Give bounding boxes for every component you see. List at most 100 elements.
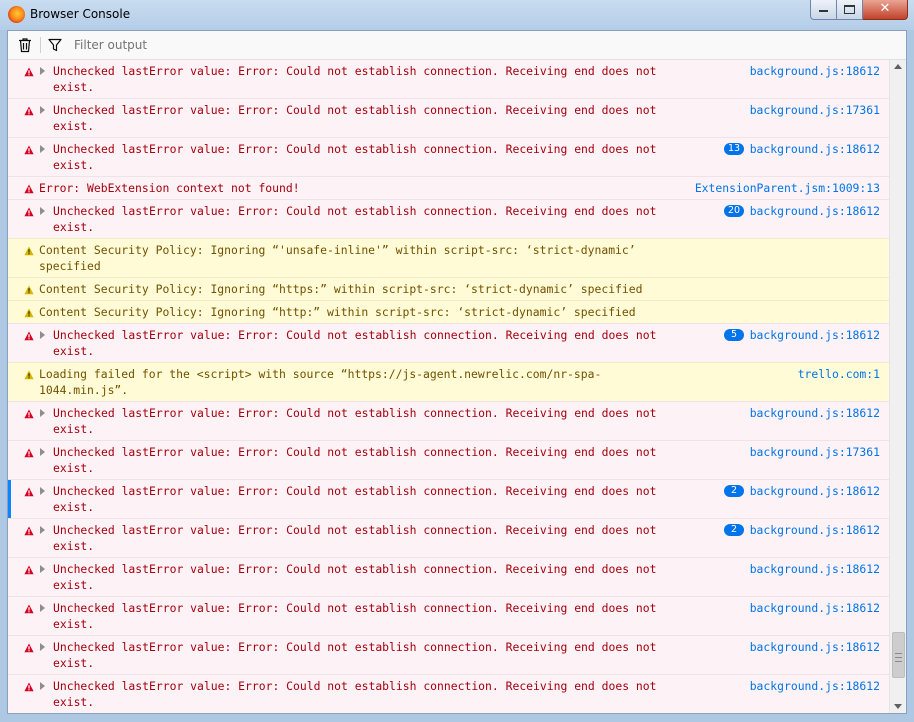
error-message[interactable]: Unchecked lastError value: Error: Could … bbox=[8, 60, 890, 98]
repeat-count-badge: 13 bbox=[724, 143, 744, 155]
error-icon bbox=[24, 407, 34, 419]
source-location-link[interactable]: background.js:18612 bbox=[750, 63, 880, 79]
vertical-scrollbar[interactable] bbox=[889, 60, 906, 713]
error-icon bbox=[24, 104, 34, 116]
message-text: Loading failed for the <script> with sou… bbox=[39, 367, 602, 397]
trash-icon[interactable] bbox=[17, 37, 33, 53]
firefox-icon bbox=[8, 6, 25, 23]
message-text: Content Security Policy: Ignoring “http:… bbox=[39, 305, 636, 319]
error-message[interactable]: Unchecked lastError value: Error: Could … bbox=[8, 137, 890, 176]
minimize-button[interactable] bbox=[810, 0, 837, 20]
error-message[interactable]: Unchecked lastError value: Error: Could … bbox=[8, 199, 890, 238]
expand-arrow-icon[interactable] bbox=[40, 643, 45, 651]
repeat-count-badge: 20 bbox=[724, 205, 744, 217]
close-icon: ✕ bbox=[879, 1, 891, 16]
expand-arrow-icon[interactable] bbox=[40, 448, 45, 456]
browser-console-window: Browser Console ✕ exist.Cross-Origin Req… bbox=[0, 0, 914, 722]
repeat-count-badge: 5 bbox=[724, 329, 744, 341]
message-text: Unchecked lastError value: Error: Could … bbox=[53, 640, 664, 670]
source-location-link[interactable]: ExtensionParent.jsm:1009:13 bbox=[695, 180, 880, 196]
message-text: Unchecked lastError value: Error: Could … bbox=[53, 445, 664, 475]
minimize-icon bbox=[819, 10, 828, 12]
error-icon bbox=[24, 680, 34, 692]
expand-arrow-icon[interactable] bbox=[40, 409, 45, 417]
scroll-up-arrow-icon[interactable] bbox=[894, 64, 902, 69]
toolbar-separator bbox=[40, 37, 41, 53]
error-icon bbox=[24, 329, 34, 341]
expand-arrow-icon[interactable] bbox=[40, 67, 45, 75]
error-message[interactable]: Unchecked lastError value: Error: Could … bbox=[8, 479, 890, 518]
error-icon bbox=[24, 65, 34, 77]
error-message[interactable]: Unchecked lastError value: Error: Could … bbox=[8, 401, 890, 440]
message-text: Unchecked lastError value: Error: Could … bbox=[53, 406, 664, 436]
thumb-grip bbox=[895, 661, 902, 663]
error-icon bbox=[24, 524, 34, 536]
error-message[interactable]: Unchecked lastError value: Error: Could … bbox=[8, 674, 890, 713]
repeat-count-badge: 2 bbox=[724, 524, 744, 536]
expand-arrow-icon[interactable] bbox=[40, 487, 45, 495]
source-location-link[interactable]: background.js:18612 bbox=[750, 141, 880, 157]
error-icon bbox=[24, 143, 34, 155]
message-text: Unchecked lastError value: Error: Could … bbox=[53, 328, 664, 358]
title-bar[interactable]: Browser Console ✕ bbox=[0, 0, 914, 30]
error-icon bbox=[24, 446, 34, 458]
source-location-link[interactable]: background.js:18612 bbox=[750, 327, 880, 343]
source-location-link[interactable]: background.js:18612 bbox=[750, 522, 880, 538]
expand-arrow-icon[interactable] bbox=[40, 106, 45, 114]
message-text: Unchecked lastError value: Error: Could … bbox=[53, 204, 664, 234]
error-message[interactable]: Unchecked lastError value: Error: Could … bbox=[8, 323, 890, 362]
window-title: Browser Console bbox=[30, 7, 131, 21]
message-text: Unchecked lastError value: Error: Could … bbox=[53, 64, 664, 94]
expand-arrow-icon[interactable] bbox=[40, 565, 45, 573]
expand-arrow-icon[interactable] bbox=[40, 331, 45, 339]
scrollbar-thumb[interactable] bbox=[892, 632, 905, 678]
source-location-link[interactable]: background.js:18612 bbox=[750, 639, 880, 655]
thumb-grip bbox=[895, 657, 902, 659]
source-location-link[interactable]: background.js:18612 bbox=[750, 483, 880, 499]
console-panel: exist.Cross-Origin Request Blocked: The … bbox=[7, 30, 907, 714]
source-location-link[interactable]: background.js:17361 bbox=[750, 102, 880, 118]
source-location-link[interactable]: background.js:18612 bbox=[750, 203, 880, 219]
warning-message[interactable]: Content Security Policy: Ignoring “http:… bbox=[8, 300, 890, 323]
error-message[interactable]: Unchecked lastError value: Error: Could … bbox=[8, 635, 890, 674]
console-toolbar bbox=[8, 31, 906, 60]
error-message[interactable]: Unchecked lastError value: Error: Could … bbox=[8, 98, 890, 137]
expand-arrow-icon[interactable] bbox=[40, 207, 45, 215]
warning-message[interactable]: Content Security Policy: Ignoring “'unsa… bbox=[8, 238, 890, 277]
expand-arrow-icon[interactable] bbox=[40, 682, 45, 690]
warning-message[interactable]: Loading failed for the <script> with sou… bbox=[8, 362, 890, 401]
source-location-link[interactable]: background.js:18612 bbox=[750, 678, 880, 694]
error-message[interactable]: Unchecked lastError value: Error: Could … bbox=[8, 557, 890, 596]
error-message[interactable]: Unchecked lastError value: Error: Could … bbox=[8, 440, 890, 479]
scroll-down-arrow-icon[interactable] bbox=[894, 704, 902, 709]
message-text: Unchecked lastError value: Error: Could … bbox=[53, 679, 664, 709]
source-location-link[interactable]: background.js:17361 bbox=[750, 444, 880, 460]
warning-icon bbox=[24, 244, 34, 256]
error-message[interactable]: Unchecked lastError value: Error: Could … bbox=[8, 596, 890, 635]
source-location-link[interactable]: background.js:18612 bbox=[750, 405, 880, 421]
warning-icon bbox=[24, 368, 34, 380]
error-icon bbox=[24, 205, 34, 217]
expand-arrow-icon[interactable] bbox=[40, 604, 45, 612]
source-location-link[interactable]: background.js:18612 bbox=[750, 600, 880, 616]
console-output[interactable]: exist.Cross-Origin Request Blocked: The … bbox=[8, 60, 890, 713]
message-text: Unchecked lastError value: Error: Could … bbox=[53, 142, 664, 172]
error-message[interactable]: Unchecked lastError value: Error: Could … bbox=[8, 518, 890, 557]
error-icon bbox=[24, 641, 34, 653]
expand-arrow-icon[interactable] bbox=[40, 526, 45, 534]
message-text: Unchecked lastError value: Error: Could … bbox=[53, 601, 664, 631]
maximize-icon bbox=[844, 5, 855, 14]
message-text: Unchecked lastError value: Error: Could … bbox=[53, 103, 664, 133]
warning-message[interactable]: Content Security Policy: Ignoring “https… bbox=[8, 277, 890, 300]
message-text: Unchecked lastError value: Error: Could … bbox=[53, 562, 664, 592]
close-button[interactable]: ✕ bbox=[863, 0, 908, 20]
expand-arrow-icon[interactable] bbox=[40, 145, 45, 153]
filter-output-input[interactable] bbox=[70, 35, 498, 55]
message-text: Content Security Policy: Ignoring “'unsa… bbox=[39, 243, 643, 273]
thumb-grip bbox=[895, 652, 902, 654]
error-message[interactable]: Error: WebExtension context not found! Ex… bbox=[8, 176, 890, 199]
maximize-button[interactable] bbox=[837, 0, 863, 20]
source-location-link[interactable]: background.js:18612 bbox=[750, 561, 880, 577]
repeat-count-badge: 2 bbox=[724, 485, 744, 497]
source-location-link[interactable]: trello.com:1 bbox=[798, 366, 880, 382]
